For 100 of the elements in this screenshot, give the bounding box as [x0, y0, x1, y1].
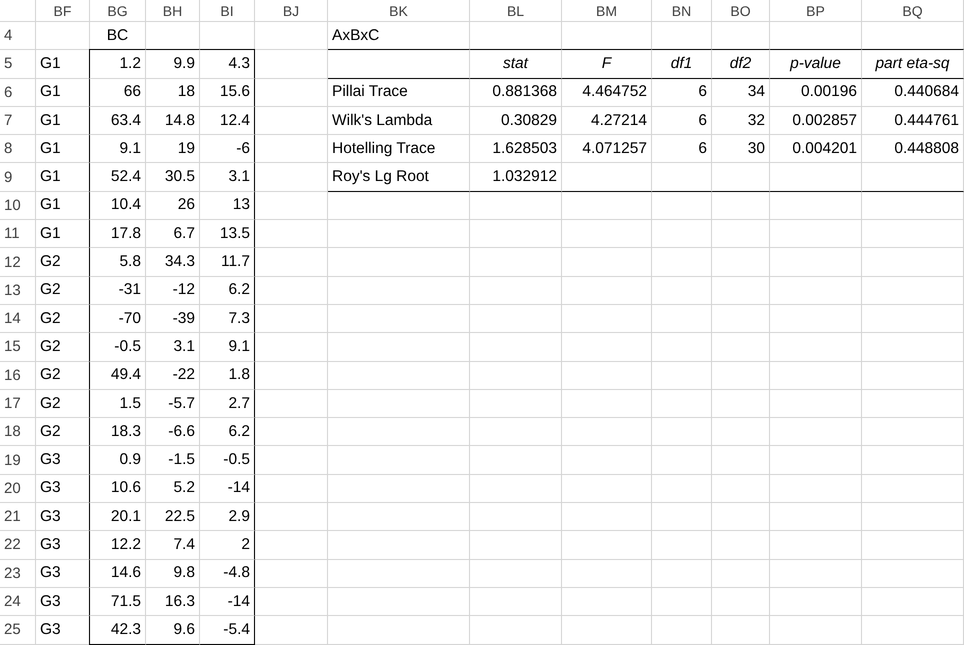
- row-header[interactable]: 11: [0, 220, 36, 248]
- table-cell: 18.3: [89, 418, 146, 446]
- table-cell: p-value: [770, 49, 862, 79]
- table-cell: F: [562, 49, 652, 79]
- table-cell: [652, 276, 712, 305]
- table-cell: 1.2: [89, 49, 146, 79]
- table-cell: -4.8: [200, 560, 255, 588]
- row-header[interactable]: 25: [0, 616, 36, 645]
- table-cell: G2: [36, 248, 90, 277]
- table-cell: [652, 531, 712, 560]
- table-cell: 20.1: [89, 503, 146, 532]
- table-cell: 7.3: [200, 304, 255, 334]
- table-cell: 14.8: [146, 106, 200, 136]
- row-header[interactable]: 24: [0, 588, 36, 616]
- table-cell: G3: [36, 503, 90, 532]
- table-cell: -39: [146, 304, 200, 334]
- table-cell: G2: [36, 333, 90, 362]
- table-cell: 6.7: [146, 220, 200, 248]
- row-header[interactable]: 12: [0, 248, 36, 277]
- row-header[interactable]: 14: [0, 304, 36, 334]
- table-cell: 6: [652, 135, 712, 164]
- table-cell: 0.444761: [862, 106, 964, 136]
- row-header[interactable]: 16: [0, 362, 36, 390]
- column-header[interactable]: BJ: [255, 0, 328, 22]
- table-cell: [712, 503, 770, 532]
- table-cell: -0.5: [89, 333, 146, 362]
- row-header[interactable]: 22: [0, 531, 36, 560]
- row-header[interactable]: 15: [0, 333, 36, 362]
- table-cell: G3: [36, 474, 90, 504]
- table-cell: 5.2: [146, 474, 200, 504]
- table-cell: 5.8: [89, 248, 146, 277]
- column-header[interactable]: BI: [200, 0, 255, 22]
- row-header[interactable]: 17: [0, 390, 36, 418]
- select-all-corner[interactable]: [0, 0, 36, 22]
- table-cell: 26: [146, 192, 200, 220]
- column-header[interactable]: BM: [562, 0, 652, 22]
- row-header[interactable]: 19: [0, 446, 36, 475]
- table-cell: [652, 390, 712, 418]
- table-cell: 1.032912: [470, 163, 562, 192]
- table-cell: G1: [36, 192, 90, 220]
- table-cell: G2: [36, 418, 90, 446]
- row-header[interactable]: 4: [0, 22, 36, 50]
- table-cell: Roy's Lg Root: [328, 163, 470, 192]
- table-cell: 10.6: [89, 474, 146, 504]
- table-cell: 4.464752: [562, 78, 652, 107]
- table-cell: 3.1: [200, 163, 255, 192]
- table-cell: [652, 446, 712, 475]
- column-header[interactable]: BP: [770, 0, 862, 22]
- column-header[interactable]: BL: [470, 0, 562, 22]
- table-cell: 9.6: [146, 616, 200, 645]
- table-cell: 4.071257: [562, 135, 652, 164]
- row-header[interactable]: 10: [0, 192, 36, 220]
- table-cell: [712, 163, 770, 192]
- row-header[interactable]: 23: [0, 560, 36, 588]
- table-cell: G1: [36, 78, 90, 107]
- table-cell: [652, 503, 712, 532]
- table-cell: 71.5: [89, 588, 146, 616]
- table-cell: 13.5: [200, 220, 255, 248]
- table-cell: 0.881368: [470, 78, 562, 107]
- table-cell: 34: [712, 78, 770, 107]
- column-header[interactable]: BH: [146, 0, 200, 22]
- table-cell: 0.9: [89, 446, 146, 475]
- table-cell: 22.5: [146, 503, 200, 532]
- row-header[interactable]: 5: [0, 50, 36, 79]
- row-header[interactable]: 18: [0, 418, 36, 446]
- column-header[interactable]: BN: [652, 0, 712, 22]
- table-cell: [712, 362, 770, 390]
- row-header[interactable]: 9: [0, 163, 36, 192]
- table-cell: stat: [470, 49, 562, 79]
- row-header[interactable]: 13: [0, 276, 36, 305]
- table-cell: 49.4: [89, 362, 146, 390]
- table-cell: G2: [36, 362, 90, 390]
- column-header[interactable]: BF: [36, 0, 90, 22]
- table-cell: -5.7: [146, 390, 200, 418]
- column-header[interactable]: BQ: [862, 0, 964, 22]
- table-cell: -6.6: [146, 418, 200, 446]
- row-header[interactable]: 20: [0, 474, 36, 504]
- table-cell: 15.6: [200, 78, 255, 107]
- table-cell: [712, 616, 770, 645]
- table-cell: 32: [712, 106, 770, 136]
- table-cell: [712, 390, 770, 418]
- table-cell: 2.7: [200, 390, 255, 418]
- column-header[interactable]: BO: [712, 0, 770, 22]
- table-cell: G3: [36, 616, 90, 645]
- column-header[interactable]: BK: [328, 0, 470, 22]
- column-header[interactable]: BG: [90, 0, 146, 22]
- table-cell: 0.448808: [862, 135, 964, 164]
- table-cell: [652, 474, 712, 504]
- table-cell: 30: [712, 135, 770, 164]
- row-header[interactable]: 21: [0, 503, 36, 532]
- table-cell: G1: [36, 220, 90, 248]
- table-cell: 10.4: [89, 192, 146, 220]
- row-header[interactable]: 6: [0, 78, 36, 107]
- table-cell: 0.30829: [470, 106, 562, 136]
- row-header[interactable]: 7: [0, 106, 36, 136]
- row-header[interactable]: 8: [0, 135, 36, 164]
- table-cell: [712, 192, 770, 220]
- table-cell: 52.4: [89, 163, 146, 192]
- table-cell: 6: [652, 106, 712, 136]
- table-cell: G3: [36, 446, 90, 475]
